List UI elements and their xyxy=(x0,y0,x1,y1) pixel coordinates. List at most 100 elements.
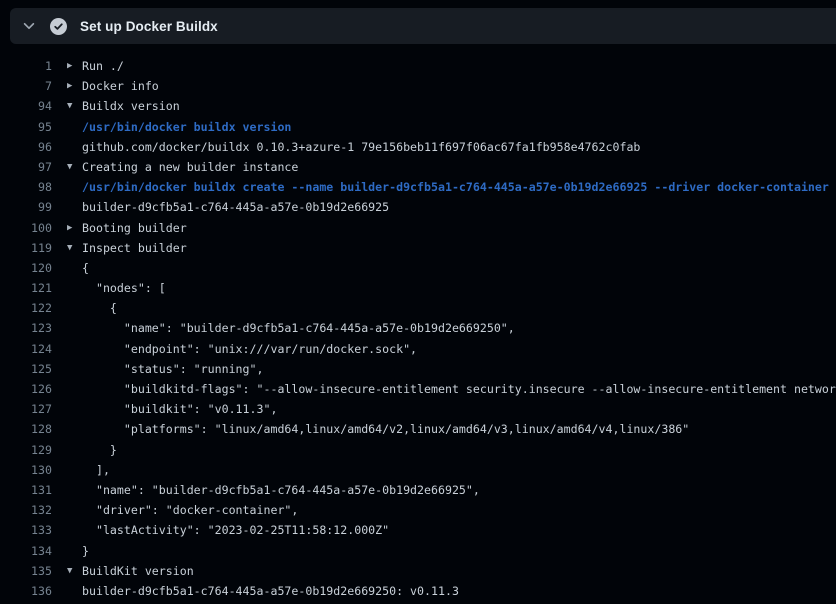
log-text: "endpoint": "unix:///var/run/docker.sock… xyxy=(82,339,417,359)
log-line: 125 "status": "running", xyxy=(0,359,836,379)
log-group-line[interactable]: 119▼Inspect builder xyxy=(0,238,836,258)
line-number[interactable]: 96 xyxy=(0,137,52,157)
line-number[interactable]: 7 xyxy=(0,76,52,96)
log-text: github.com/docker/buildx 0.10.3+azure-1 … xyxy=(82,137,640,157)
chevron-down-icon[interactable] xyxy=(22,19,36,33)
log-group-line[interactable]: 7▶Docker info xyxy=(0,76,836,96)
line-number[interactable]: 124 xyxy=(0,339,52,359)
caret-spacer xyxy=(52,197,82,217)
log-text: "status": "running", xyxy=(82,359,263,379)
log-text: Run ./ xyxy=(82,56,124,76)
log-line: 123 "name": "builder-d9cfb5a1-c764-445a-… xyxy=(0,318,836,338)
caret-spacer xyxy=(52,359,82,379)
line-number[interactable]: 131 xyxy=(0,480,52,500)
caret-spacer xyxy=(52,339,82,359)
log-text: { xyxy=(82,298,117,318)
log-line: 126 "buildkitd-flags": "--allow-insecure… xyxy=(0,379,836,399)
log-line: 98/usr/bin/docker buildx create --name b… xyxy=(0,177,836,197)
line-number[interactable]: 120 xyxy=(0,258,52,278)
log-line: 134} xyxy=(0,541,836,561)
line-number[interactable]: 119 xyxy=(0,238,52,258)
log-line: 99 builder-d9cfb5a1-c764-445a-a57e-0b19d2… xyxy=(0,197,836,217)
log-line: 136 builder-d9cfb5a1-c764-445a-a57e-0b19d… xyxy=(0,581,836,601)
line-number[interactable]: 123 xyxy=(0,318,52,338)
line-number[interactable]: 128 xyxy=(0,419,52,439)
line-number[interactable]: 100 xyxy=(0,218,52,238)
caret-collapsed-icon[interactable]: ▶ xyxy=(52,76,82,96)
log-line: 120 { xyxy=(0,258,836,278)
caret-spacer xyxy=(52,460,82,480)
log-text: "name": "builder-d9cfb5a1-c764-445a-a57e… xyxy=(82,318,515,338)
line-number[interactable]: 132 xyxy=(0,500,52,520)
step-header[interactable]: Set up Docker Buildx xyxy=(10,8,836,44)
caret-spacer xyxy=(52,500,82,520)
log-command-text: /usr/bin/docker buildx version xyxy=(82,117,291,137)
log-lines: 1▶Run ./7▶Docker info94▼Buildx version95… xyxy=(0,56,836,601)
log-text: builder-d9cfb5a1-c764-445a-a57e-0b19d2e6… xyxy=(82,581,459,601)
caret-expanded-icon[interactable]: ▼ xyxy=(52,96,82,116)
log-line: 124 "endpoint": "unix:///var/run/docker.… xyxy=(0,339,836,359)
line-number[interactable]: 130 xyxy=(0,460,52,480)
log-text: { xyxy=(82,258,89,278)
caret-spacer xyxy=(52,177,82,197)
log-text: Creating a new builder instance xyxy=(82,157,298,177)
log-text: builder-d9cfb5a1-c764-445a-a57e-0b19d2e6… xyxy=(82,197,389,217)
line-number[interactable]: 134 xyxy=(0,541,52,561)
log-group-line[interactable]: 94▼Buildx version xyxy=(0,96,836,116)
log-line: 128 "platforms": "linux/amd64,linux/amd6… xyxy=(0,419,836,439)
line-number[interactable]: 122 xyxy=(0,298,52,318)
log-text: Inspect builder xyxy=(82,238,187,258)
log-text: "driver": "docker-container", xyxy=(82,500,298,520)
caret-spacer xyxy=(52,318,82,338)
log-group-line[interactable]: 135▼BuildKit version xyxy=(0,561,836,581)
line-number[interactable]: 121 xyxy=(0,278,52,298)
check-circle-icon xyxy=(50,18,67,35)
line-number[interactable]: 133 xyxy=(0,520,52,540)
caret-spacer xyxy=(52,137,82,157)
log-line: 95/usr/bin/docker buildx version xyxy=(0,117,836,137)
step-title: Set up Docker Buildx xyxy=(80,19,218,34)
log-text: Buildx version xyxy=(82,96,180,116)
line-number[interactable]: 129 xyxy=(0,440,52,460)
log-line: 131 "name": "builder-d9cfb5a1-c764-445a-… xyxy=(0,480,836,500)
caret-collapsed-icon[interactable]: ▶ xyxy=(52,56,82,76)
caret-spacer xyxy=(52,258,82,278)
line-number[interactable]: 99 xyxy=(0,197,52,217)
line-number[interactable]: 135 xyxy=(0,561,52,581)
line-number[interactable]: 1 xyxy=(0,56,52,76)
log-text: "nodes": [ xyxy=(82,278,166,298)
caret-spacer xyxy=(52,541,82,561)
log-text: "platforms": "linux/amd64,linux/amd64/v2… xyxy=(82,419,689,439)
log-text: Docker info xyxy=(82,76,159,96)
log-group-line[interactable]: 1▶Run ./ xyxy=(0,56,836,76)
caret-expanded-icon[interactable]: ▼ xyxy=(52,561,82,581)
line-number[interactable]: 94 xyxy=(0,96,52,116)
line-number[interactable]: 136 xyxy=(0,581,52,601)
caret-spacer xyxy=(52,440,82,460)
log-text: "name": "builder-d9cfb5a1-c764-445a-a57e… xyxy=(82,480,480,500)
line-number[interactable]: 126 xyxy=(0,379,52,399)
line-number[interactable]: 97 xyxy=(0,157,52,177)
caret-spacer xyxy=(52,399,82,419)
log-command-text: /usr/bin/docker buildx create --name bui… xyxy=(82,177,829,197)
caret-collapsed-icon[interactable]: ▶ xyxy=(52,218,82,238)
line-number[interactable]: 127 xyxy=(0,399,52,419)
caret-expanded-icon[interactable]: ▼ xyxy=(52,238,82,258)
log-line: 132 "driver": "docker-container", xyxy=(0,500,836,520)
log-line: 121 "nodes": [ xyxy=(0,278,836,298)
line-number[interactable]: 98 xyxy=(0,177,52,197)
line-number[interactable]: 125 xyxy=(0,359,52,379)
log-text: Booting builder xyxy=(82,218,187,238)
log-text: "lastActivity": "2023-02-25T11:58:12.000… xyxy=(82,520,389,540)
log-text: } xyxy=(82,541,89,561)
log-line: 127 "buildkit": "v0.11.3", xyxy=(0,399,836,419)
line-number[interactable]: 95 xyxy=(0,117,52,137)
caret-spacer xyxy=(52,480,82,500)
caret-spacer xyxy=(52,520,82,540)
log-group-line[interactable]: 100▶Booting builder xyxy=(0,218,836,238)
log-group-line[interactable]: 97▼Creating a new builder instance xyxy=(0,157,836,177)
caret-spacer xyxy=(52,298,82,318)
log-line: 122 { xyxy=(0,298,836,318)
caret-expanded-icon[interactable]: ▼ xyxy=(52,157,82,177)
caret-spacer xyxy=(52,117,82,137)
